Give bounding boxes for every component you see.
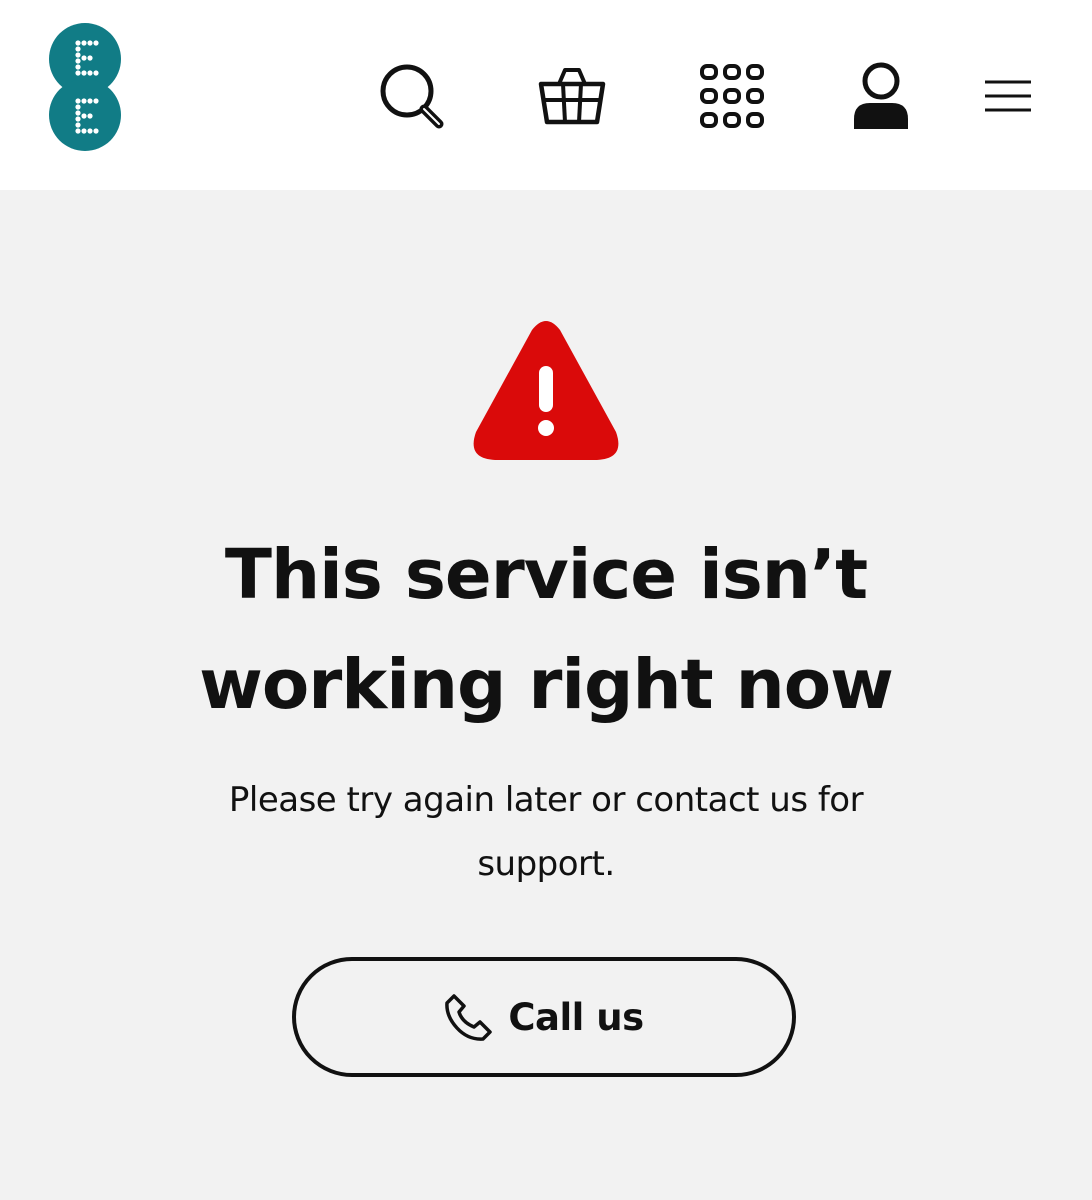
error-message-line2: support. [477,844,615,884]
apps-grid-icon[interactable] [696,58,768,134]
error-message: Please try again later or contact us for… [196,768,896,896]
error-title-line1: This service isn’t [224,535,868,615]
ee-logo[interactable] [47,23,123,151]
warning-icon [473,321,619,460]
phone-icon [445,994,493,1041]
error-title: This service isn’t working right now [0,520,1092,740]
search-icon[interactable] [376,58,448,134]
menu-icon[interactable] [980,58,1036,134]
error-title-line2: working right now [199,645,894,725]
site-header [0,0,1092,190]
call-us-label: Call us [508,995,644,1039]
error-content: This service isn’t working right now Ple… [0,190,1092,1200]
error-message-line1: Please try again later or contact us for [228,780,864,820]
basket-icon[interactable] [536,58,608,134]
call-us-button[interactable]: Call us [292,957,796,1077]
account-icon[interactable] [845,58,917,134]
